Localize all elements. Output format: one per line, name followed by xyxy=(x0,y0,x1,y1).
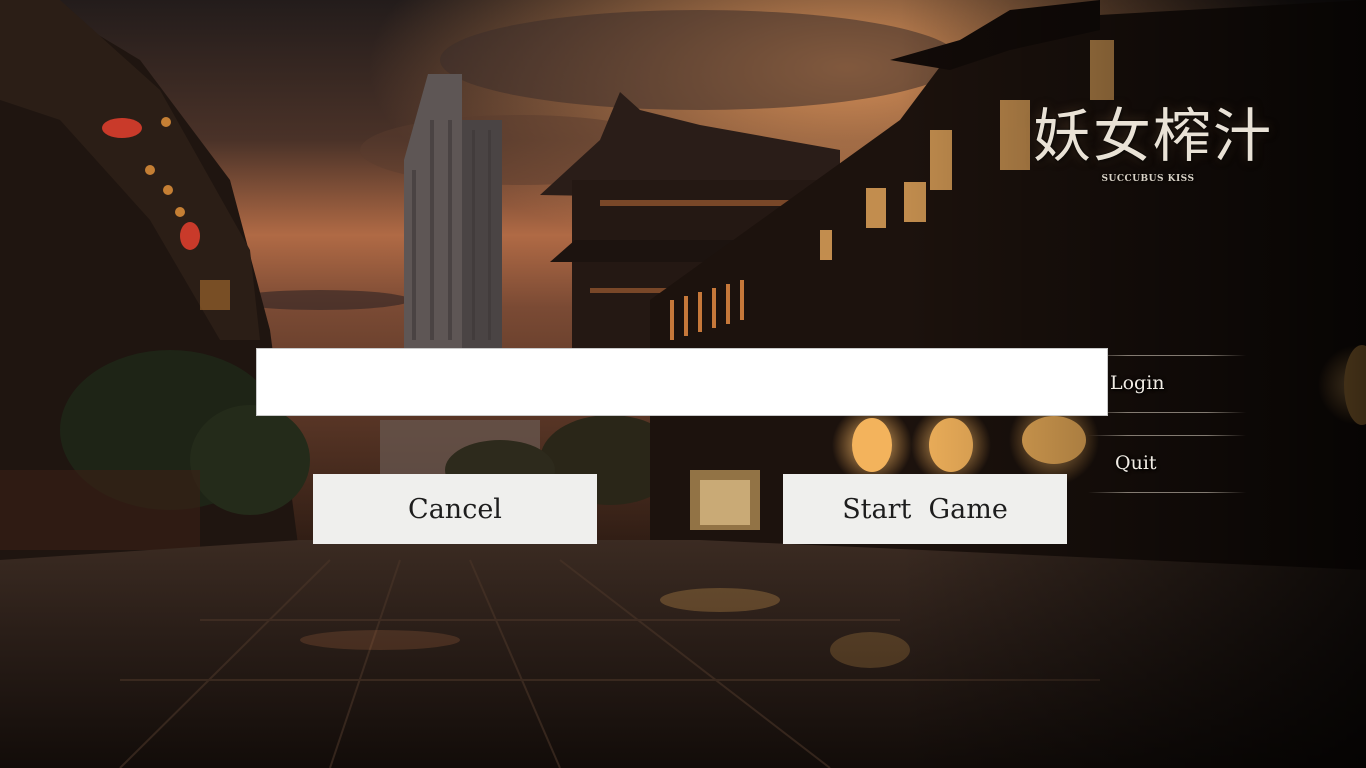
cancel-button[interactable]: Cancel xyxy=(313,474,597,544)
quit-menu-item[interactable]: Quit xyxy=(1115,452,1157,474)
menu-divider xyxy=(1088,435,1246,436)
login-menu-item[interactable]: Login xyxy=(1110,372,1165,394)
name-input-field[interactable] xyxy=(256,348,1108,416)
menu-divider xyxy=(1088,492,1246,493)
start-game-button[interactable]: Start Game xyxy=(783,474,1067,544)
logo-title: 妖女榨汁 xyxy=(1032,102,1273,170)
menu-divider xyxy=(1088,412,1246,413)
menu-divider xyxy=(1088,355,1246,356)
game-logo: 妖女榨汁 SUCCUBUS KISS xyxy=(1022,92,1284,202)
title-screen: 妖女榨汁 SUCCUBUS KISS Login Quit Cancel Sta… xyxy=(0,0,1366,768)
